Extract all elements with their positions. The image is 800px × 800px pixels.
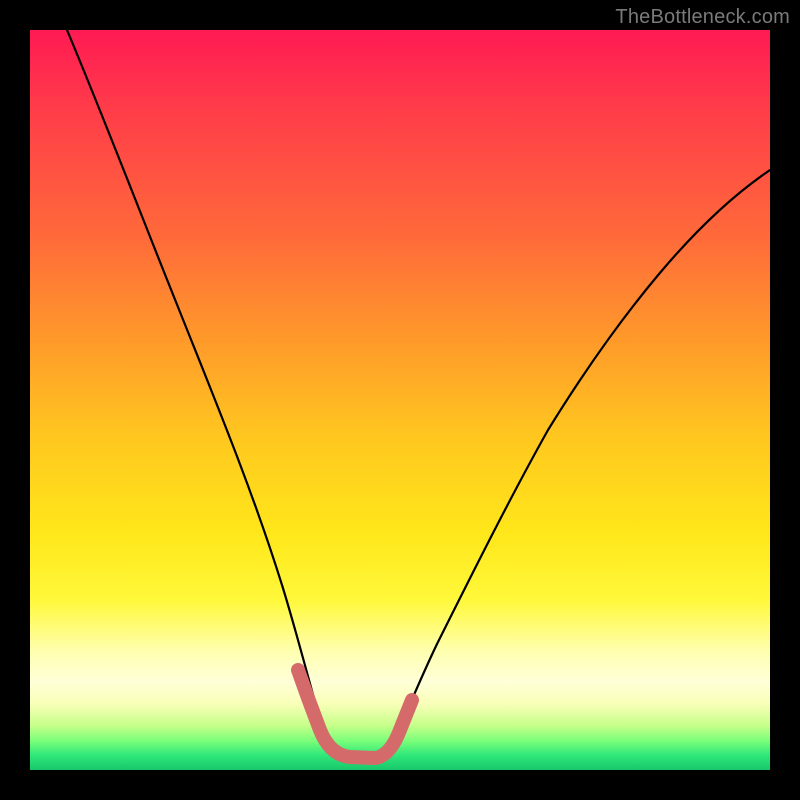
curve-layer: [30, 30, 770, 770]
optimal-range-marker: [298, 670, 412, 758]
bottleneck-curve: [67, 30, 770, 761]
plot-area: [30, 30, 770, 770]
chart-frame: TheBottleneck.com: [0, 0, 800, 800]
watermark-text: TheBottleneck.com: [615, 6, 790, 29]
